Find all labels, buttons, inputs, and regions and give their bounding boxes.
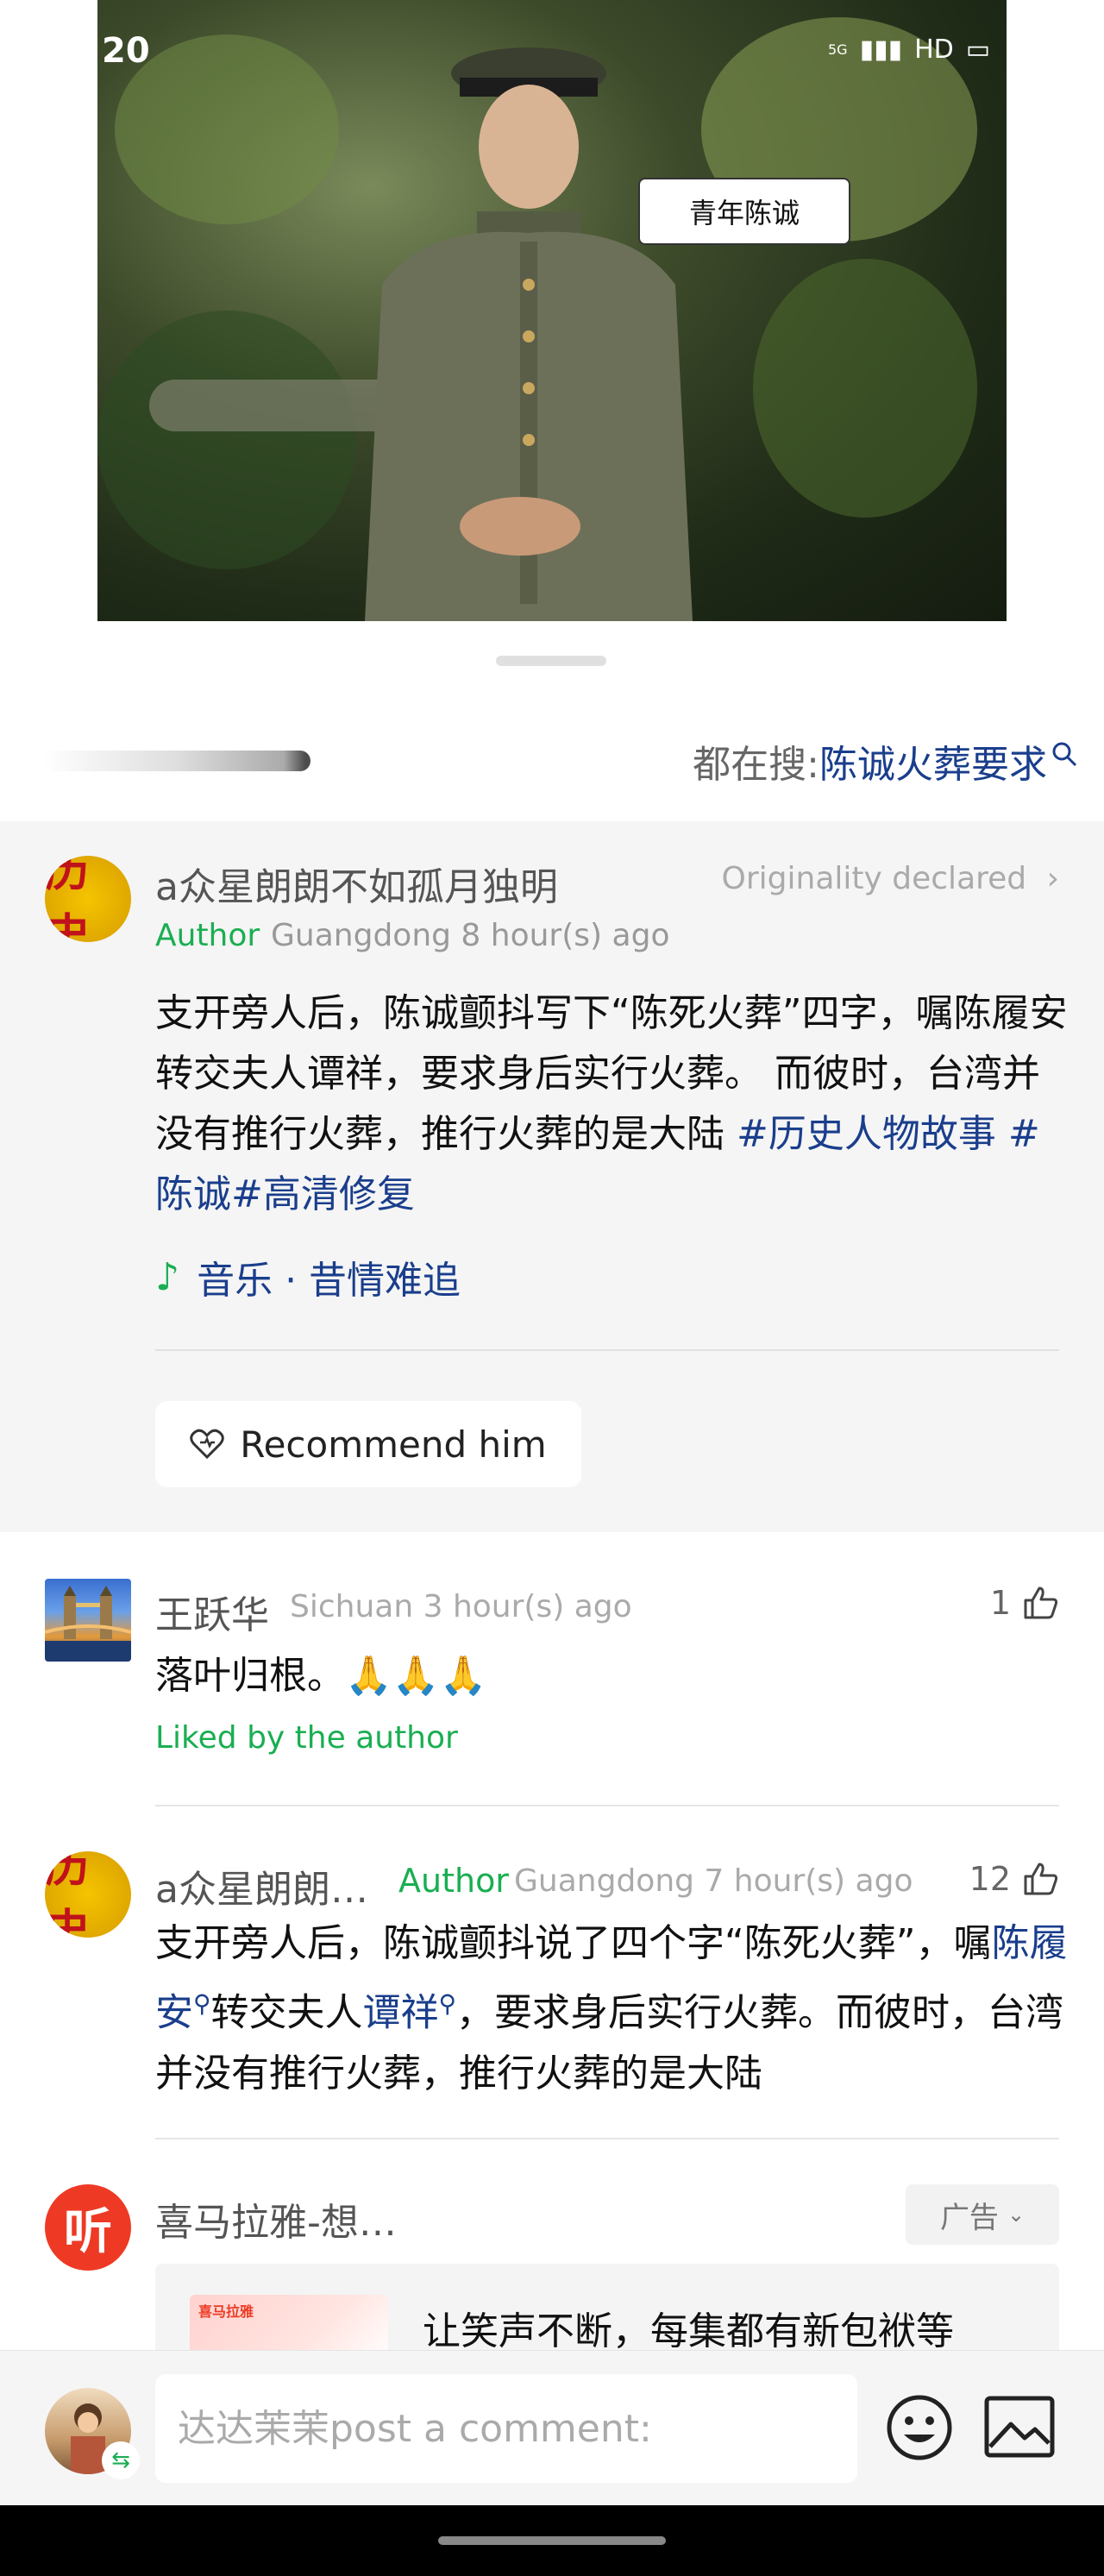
hashtag-hd-restore[interactable]: #高清修复 [231,1172,415,1216]
search-suggestion[interactable]: 都在搜: 陈诚火葬要求 [693,733,1078,789]
recommend-button[interactable]: Recommend him [155,1401,581,1487]
like-count: 1 [989,1584,1011,1622]
divider [155,1805,1059,1806]
image-icon[interactable] [983,2395,1056,2459]
thumbs-up-icon [1024,1863,1058,1895]
music-note-icon: ♪ [155,1254,180,1299]
like-count: 12 [969,1860,1011,1898]
comment-text: 落叶归根。🙏🙏🙏 [155,1654,487,1698]
main-post-text: 支开旁人后，陈诚颤抖写下“陈死火葬”四字，嘱陈履安转交夫人谭祥，要求身后实行火葬… [155,991,1068,1216]
author-tag: Author [155,918,260,953]
signal-icon: ▮▮▮ [859,35,903,65]
blurred-progress [43,751,310,771]
status-icons: 5G ▮▮▮ HD ▭ [828,35,990,65]
network-label: 5G [828,41,848,58]
comment-meta: Guangdong 7 hour(s) ago [514,1863,913,1899]
commenter-name[interactable]: a众星朗朗… [155,1858,368,1913]
status-time: 20 [102,31,150,71]
drag-handle[interactable] [496,656,606,666]
ad-text[interactable]: 让笑声不断，每集都有新包袱等 [423,2300,954,2355]
hd-label: HD [914,35,954,65]
emoji-icon[interactable] [885,2393,954,2462]
video-area[interactable]: 20 5G ▮▮▮ HD ▭ 青年陈诚 [0,0,1104,666]
chevron-right-icon: › [1046,861,1059,896]
originality-declared-link[interactable]: Originality declared › [722,861,1059,896]
recommend-label: Recommend him [240,1423,547,1466]
comment-input[interactable] [155,2374,857,2483]
home-indicator[interactable] [438,2536,666,2545]
hashtag-history[interactable]: #历史人物故事 [737,1112,996,1156]
main-author-avatar[interactable]: 历史 [45,856,131,942]
like-button[interactable]: 1 [990,1584,1059,1622]
comment-text: 支开旁人后，陈诚颤抖说了四个字“陈死火葬”，嘱陈履安⚲转交夫人谭祥⚲，要求身后实… [155,1921,1068,2095]
heart-icon [190,1429,225,1460]
like-button[interactable]: 12 [969,1860,1059,1898]
search-query[interactable]: 陈诚火葬要求 [819,733,1047,789]
author-tag: Author [398,1862,509,1900]
main-meta: Guangdong 8 hour(s) ago [271,918,670,953]
search-icon: ⚲ [193,1989,211,2018]
commenter-name[interactable]: 王跃华 [155,1584,269,1639]
soldier-figure [365,47,693,621]
divider [155,2138,1059,2139]
search-prefix: 都在搜: [693,743,819,787]
photo-caption: 青年陈诚 [638,178,850,245]
chevron-down-icon: ⌄ [1007,2202,1026,2227]
music-link[interactable]: ♪ 音乐 · 昔情难追 [155,1249,461,1304]
divider [155,1349,1059,1351]
search-icon: ⚲ [438,1989,457,2018]
search-icon [1052,742,1077,767]
search-link-tanxiang[interactable]: 谭祥 [363,1991,439,2035]
liked-by-author-label: Liked by the author [155,1720,458,1756]
video-frame[interactable] [97,0,1007,621]
comment-meta: Sichuan 3 hour(s) ago [290,1589,632,1624]
commenter-avatar[interactable]: 历史 [45,1851,131,1938]
thumbs-up-icon [1024,1586,1058,1619]
commenter-avatar[interactable] [45,1579,131,1662]
music-title: 音乐 · 昔情难追 [197,1259,461,1303]
tower-bridge-image [45,1586,131,1662]
switch-account-icon[interactable]: ⇆ [102,2441,140,2479]
battery-icon: ▭ [965,35,991,65]
ad-avatar[interactable]: 听 [45,2184,131,2271]
ad-tag-dropdown[interactable]: 广告 ⌄ [906,2184,1059,2245]
ad-name[interactable]: 喜马拉雅-想… [155,2191,397,2246]
main-author-name[interactable]: a众星朗朗不如孤月独明 [155,856,558,911]
ad-thumbnail: 喜马拉雅 [190,2295,388,2350]
